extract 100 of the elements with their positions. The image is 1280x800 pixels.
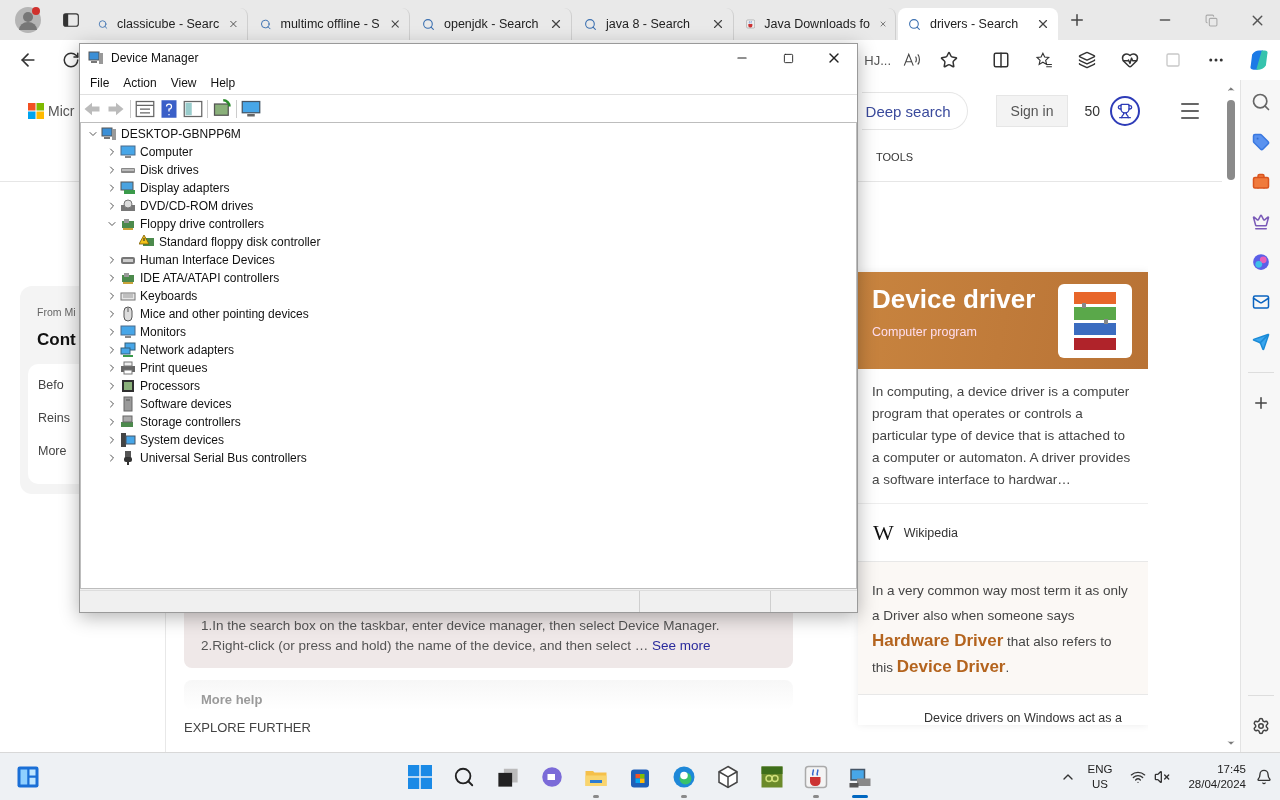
favorite-star-icon[interactable]	[940, 51, 958, 69]
search-icon	[422, 17, 435, 31]
paper-plane-icon[interactable]	[1251, 333, 1270, 351]
section-heading: EXPLORE FURTHER	[184, 720, 312, 735]
tools-tab[interactable]: TOOLS	[876, 151, 914, 163]
tag-icon[interactable]	[1251, 133, 1270, 151]
card-subtitle: Computer program	[872, 325, 978, 339]
computer-icon	[101, 126, 117, 142]
tree-item[interactable]: Print queues	[140, 361, 208, 375]
tree-item[interactable]: Software devices	[140, 397, 232, 411]
coffee-cup-icon	[746, 16, 756, 32]
source-link[interactable]: Wikipedia	[903, 525, 958, 540]
mail-icon[interactable]	[1251, 293, 1270, 311]
search-icon	[260, 17, 272, 31]
properties-icon[interactable]	[135, 98, 155, 119]
scroll-down-icon[interactable]	[1226, 738, 1236, 748]
fact-text: Device drivers on Windows act as a	[923, 710, 1123, 725]
tree-item[interactable]: Network adapters	[140, 343, 235, 357]
logo-text[interactable]: Micr	[48, 103, 75, 119]
scan-icon[interactable]	[212, 98, 232, 119]
menu-item[interactable]: View	[163, 76, 204, 90]
cube-icon[interactable]	[716, 764, 740, 789]
read-aloud-icon[interactable]	[902, 51, 920, 69]
tree-item[interactable]: Floppy drive controllers	[140, 217, 265, 231]
display-card-icon	[120, 180, 136, 196]
tree-item[interactable]: Mice and other pointing devices	[140, 307, 309, 321]
chip-icon	[120, 378, 136, 394]
card-title: Cont	[37, 330, 76, 350]
tree-item[interactable]: Storage controllers	[140, 415, 241, 429]
help-icon[interactable]	[159, 98, 179, 119]
toolbox-icon[interactable]	[1251, 173, 1270, 191]
browser-swirl-icon[interactable]	[672, 764, 696, 789]
search-icon	[584, 17, 597, 31]
menu-item[interactable]: File	[83, 76, 117, 90]
maximize-icon[interactable]	[782, 52, 794, 64]
close-icon[interactable]	[1036, 17, 1050, 31]
scroll-up-icon[interactable]	[1226, 84, 1236, 94]
fact-text: In a very common way most term it as only a Driver also when someone says Hardware Driver that also refers to this Device Driver.	[858, 562, 1148, 695]
tree-item[interactable]: Processors	[140, 379, 201, 393]
step-text: 2.Right-click (or press and hold) the name of the device, and then select … See more	[201, 638, 712, 654]
browser-tab[interactable]: drivers - Search	[898, 8, 1058, 40]
copilot-icon[interactable]	[1248, 49, 1270, 71]
see-more-link[interactable]: See more	[652, 638, 711, 653]
favorites-icon[interactable]	[1035, 51, 1053, 69]
new-tab-icon[interactable]	[1068, 11, 1086, 29]
menu-item[interactable]: Help	[203, 76, 243, 90]
widgets-icon[interactable]	[16, 764, 40, 789]
tree-item[interactable]: IDE ATA/ATAPI controllers	[140, 271, 280, 285]
search-icon	[98, 17, 109, 31]
tower-icon	[120, 396, 136, 412]
menu-item[interactable]: Action	[116, 76, 164, 90]
split-screen-icon[interactable]	[992, 51, 1010, 69]
grass-block-icon[interactable]	[760, 764, 784, 789]
start-icon[interactable]	[408, 764, 432, 789]
close-icon[interactable]	[549, 17, 563, 31]
source-text: From Mi	[37, 306, 76, 318]
close-icon[interactable]	[711, 17, 725, 31]
notification-icon[interactable]	[1256, 768, 1272, 785]
rewards-icon[interactable]	[1110, 96, 1140, 126]
sign-in-button[interactable]: Sign in	[995, 95, 1069, 127]
tab-actions-icon[interactable]	[62, 11, 80, 29]
tree-item[interactable]: Computer	[140, 145, 193, 159]
refresh-icon[interactable]	[62, 51, 80, 69]
card-item[interactable]: Reins	[38, 411, 70, 425]
wikipedia-logo[interactable]: W	[873, 519, 894, 546]
windows-logo-icon	[28, 103, 44, 119]
tree-item[interactable]: Universal Serial Bus controllers	[140, 451, 307, 465]
volume-muted-icon[interactable]	[1154, 768, 1171, 785]
settings-icon[interactable]	[1251, 717, 1270, 735]
clock[interactable]: 17:45 28/04/2024	[1188, 761, 1246, 792]
tree-item[interactable]: Disk drives	[140, 163, 199, 177]
monitor-icon[interactable]	[241, 98, 261, 119]
collections-icon[interactable]	[1078, 51, 1096, 69]
copilot-icon[interactable]	[1251, 253, 1270, 271]
controller-icon	[120, 270, 136, 286]
tree-item[interactable]: Display adapters	[140, 181, 230, 195]
printer-icon	[120, 360, 136, 376]
profile-avatar-icon[interactable]	[14, 6, 42, 34]
chat-icon[interactable]	[540, 764, 564, 789]
tree-item[interactable]: DVD/CD-ROM drives	[140, 199, 254, 213]
language-indicator[interactable]: ENG US	[1087, 761, 1113, 792]
computer-icon	[88, 50, 104, 66]
heart-pulse-icon[interactable]	[1121, 51, 1139, 69]
tree-item[interactable]: System devices	[140, 433, 225, 447]
coffee-cup-icon[interactable]	[804, 764, 828, 789]
tree-item[interactable]: Monitors	[140, 325, 186, 339]
scroll-thumb[interactable]	[1227, 100, 1235, 180]
view-icon[interactable]	[183, 98, 203, 119]
search-icon	[908, 17, 921, 31]
network-icon	[120, 342, 136, 358]
tree-item[interactable]: DESKTOP-GBNPP6M	[121, 127, 241, 141]
address-text: HJ...	[864, 52, 891, 68]
system-icon	[120, 432, 136, 448]
tree-item[interactable]: Standard floppy disk controller	[159, 235, 321, 249]
search-icon[interactable]	[453, 765, 475, 788]
card-item[interactable]: More	[38, 444, 67, 458]
points-count: 50	[1084, 103, 1100, 119]
tree-item[interactable]: Human Interface Devices	[140, 253, 275, 267]
tree-item[interactable]: Keyboards	[140, 289, 198, 303]
card-item[interactable]: Befo	[38, 378, 64, 392]
